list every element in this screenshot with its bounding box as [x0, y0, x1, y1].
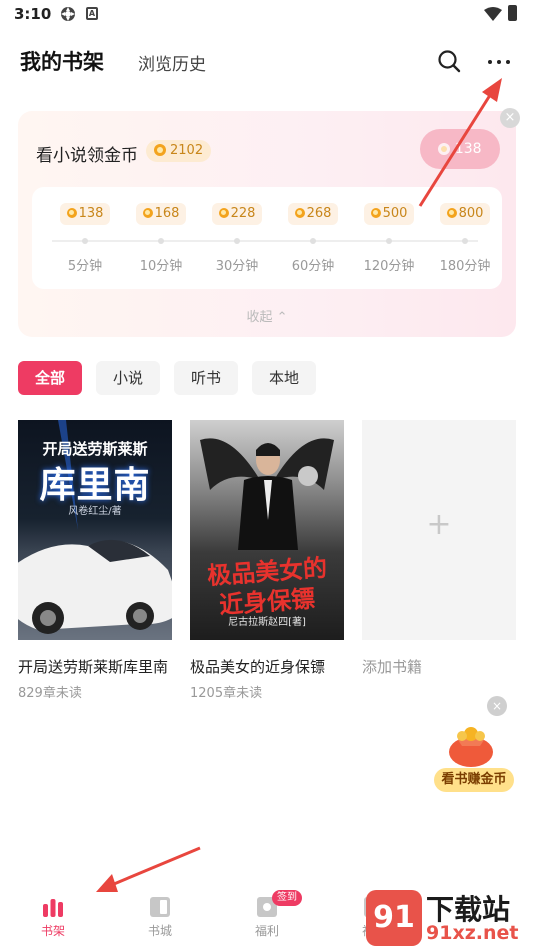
- tier-coins: 168: [136, 203, 186, 225]
- book-unread-count: 1205章未读: [190, 686, 263, 701]
- close-icon[interactable]: ×: [500, 108, 520, 128]
- tier-coin-value: 268: [306, 206, 332, 221]
- reading-reward-card: 看小说领金币 2102 138 × 138 5分钟 168 10分钟 228 3…: [18, 108, 520, 337]
- coin-balance: 2102: [146, 140, 212, 162]
- tier-coin-value: 138: [78, 206, 104, 221]
- header: 我的书架 浏览历史: [0, 40, 534, 84]
- add-book-button[interactable]: +: [362, 420, 516, 640]
- checkin-badge: 签到: [272, 890, 302, 906]
- tier-dot: [462, 238, 468, 244]
- add-book-label[interactable]: 添加书籍: [362, 656, 422, 677]
- book-cover[interactable]: 极品美女的 近身保镖 尼古拉斯赵四[著]: [190, 420, 344, 640]
- coin-icon: [154, 143, 166, 156]
- book-title[interactable]: 极品美女的近身保镖: [190, 656, 325, 677]
- a-icon: A: [86, 7, 98, 20]
- coin-icon: [438, 143, 451, 155]
- tier-coins: 268: [288, 203, 338, 225]
- tier-dot: [310, 238, 316, 244]
- battery-icon: [508, 5, 517, 21]
- cover-author: 风卷红尘/著: [68, 506, 122, 517]
- claim-amount: 138: [454, 141, 482, 157]
- tab-label: 书架: [40, 924, 65, 938]
- plus-icon: +: [426, 507, 452, 542]
- page-title[interactable]: 我的书架: [20, 46, 104, 76]
- tier-dot: [234, 238, 240, 244]
- promo-label: 看书赚金币: [434, 768, 514, 792]
- more-icon[interactable]: [486, 49, 512, 75]
- tab-label: 书城: [147, 924, 172, 938]
- watermark-logo: 91: [366, 890, 422, 946]
- collapse-toggle[interactable]: 收起 ⌃: [18, 306, 516, 325]
- reward-tiers: 138 5分钟 168 10分钟 228 30分钟 268 60分钟 500 1…: [32, 187, 502, 289]
- book-title[interactable]: 开局送劳斯莱斯库里南: [18, 656, 168, 677]
- annotation-arrow-bookshelf: [113, 846, 201, 886]
- tier-coin-value: 500: [382, 206, 408, 221]
- coin-icon: [218, 207, 229, 218]
- tier-coin-value: 228: [230, 206, 256, 221]
- coin-icon: [294, 207, 305, 218]
- tier-coins: 138: [60, 203, 110, 225]
- coin-icon: [446, 207, 457, 218]
- cover-author: 尼古拉斯赵四[著]: [228, 617, 306, 628]
- chevron-up-icon: ⌃: [276, 310, 288, 325]
- money-bag-icon: [449, 727, 493, 767]
- tier-label: 180分钟: [439, 259, 491, 274]
- coin-icon: [142, 207, 153, 218]
- tier-coins: 228: [212, 203, 262, 225]
- sync-icon: [61, 7, 75, 21]
- tab-label: 福利: [254, 924, 279, 938]
- coin-icon: [66, 207, 77, 218]
- tier-coin-value: 800: [458, 206, 484, 221]
- tier-dot: [82, 238, 88, 244]
- wifi-icon: [484, 7, 502, 21]
- tab-bookstore[interactable]: 书城: [125, 896, 195, 946]
- filter-all[interactable]: 全部: [18, 361, 82, 395]
- floating-coin-promo[interactable]: × 看书赚金币: [432, 696, 516, 796]
- tab-history[interactable]: 浏览历史: [138, 50, 206, 75]
- coin-icon: [370, 207, 381, 218]
- filter-audiobook[interactable]: 听书: [174, 361, 238, 395]
- bookshelf-icon: [43, 899, 63, 917]
- tier-coins: 800: [440, 203, 490, 225]
- filter-novel[interactable]: 小说: [96, 361, 160, 395]
- coin-balance-value: 2102: [170, 143, 204, 158]
- tier-item: 800 180分钟: [432, 187, 508, 289]
- watermark-url: 91xz.net: [426, 922, 519, 944]
- search-icon[interactable]: [437, 49, 461, 73]
- claim-coins-button[interactable]: 138: [420, 129, 500, 169]
- status-bar: 3:10 A: [0, 0, 534, 30]
- tab-rewards[interactable]: 签到 福利: [232, 890, 302, 946]
- book-unread-count: 829章未读: [18, 686, 82, 701]
- tier-coin-value: 168: [154, 206, 180, 221]
- book-cover[interactable]: 开局送劳斯莱斯 库里南 风卷红尘/著: [18, 420, 172, 640]
- tab-bookshelf[interactable]: 书架: [18, 896, 88, 946]
- tier-dot: [158, 238, 164, 244]
- book-icon: [150, 897, 170, 917]
- reward-title: 看小说领金币: [36, 146, 138, 166]
- status-time: 3:10: [14, 5, 52, 23]
- site-watermark: 91 下载站 91xz.net: [360, 888, 534, 950]
- cover-title-line2: 库里南: [39, 464, 151, 506]
- close-icon[interactable]: ×: [487, 696, 507, 716]
- filter-local[interactable]: 本地: [252, 361, 316, 395]
- tier-coins: 500: [364, 203, 414, 225]
- tier-dot: [386, 238, 392, 244]
- collapse-label: 收起: [246, 310, 273, 325]
